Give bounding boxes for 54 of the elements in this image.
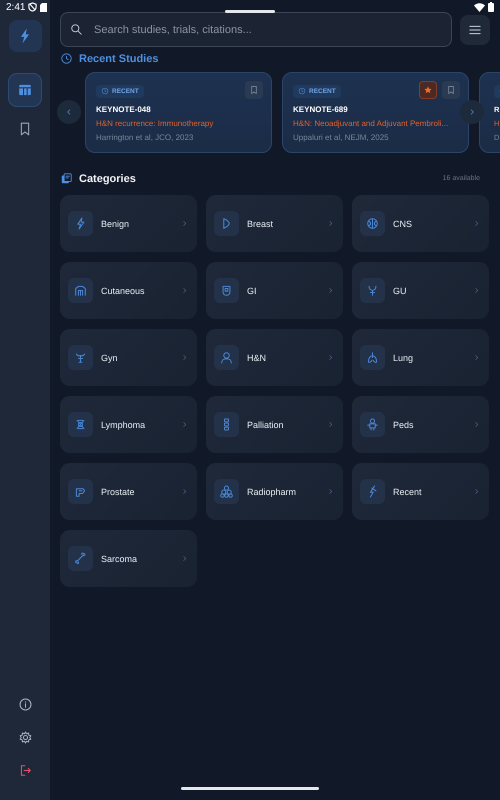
star-icon bbox=[423, 85, 433, 95]
citation: Uppaluri et al, NEJM, 2025 bbox=[293, 133, 390, 142]
category-icon bbox=[365, 417, 380, 432]
category-card[interactable]: Palliation bbox=[206, 396, 343, 453]
category-card[interactable]: Breast bbox=[206, 195, 343, 252]
section-title: Categories bbox=[79, 172, 136, 184]
search-field[interactable]: Search studies, trials, citations... bbox=[60, 12, 452, 47]
category-card[interactable]: Peds bbox=[352, 396, 489, 453]
category-icon bbox=[365, 216, 380, 231]
category-icon bbox=[219, 350, 234, 365]
category-card[interactable]: Gyn bbox=[60, 329, 197, 386]
citation: Harrington et al, JCO, 2023 bbox=[96, 133, 194, 142]
bookmark-icon bbox=[249, 85, 259, 95]
status-time: 2:41 bbox=[6, 2, 26, 12]
category-card[interactable]: H&N bbox=[206, 329, 343, 386]
category-icon bbox=[365, 350, 380, 365]
category-card[interactable]: Cutaneous bbox=[60, 262, 197, 319]
category-card[interactable]: Sarcoma bbox=[60, 530, 197, 587]
category-card[interactable]: Radiopharm bbox=[206, 463, 343, 520]
category-card[interactable]: GI bbox=[206, 262, 343, 319]
bookmark-icon bbox=[446, 85, 456, 95]
study-subtitle: H&N recurrence: Immunotherapy bbox=[96, 119, 214, 128]
bookmark-button[interactable] bbox=[442, 81, 460, 99]
study-subtitle: H&N: Neoadjuvant and Adjuvant Pembroli... bbox=[293, 119, 450, 128]
trial-name: KEYNOTE-048 bbox=[96, 105, 152, 114]
section-title: Recent Studies bbox=[79, 52, 158, 64]
info-icon bbox=[18, 697, 32, 712]
clock-icon bbox=[298, 87, 306, 95]
app-logo[interactable] bbox=[8, 20, 42, 52]
category-icon bbox=[73, 551, 88, 566]
search-icon bbox=[70, 23, 83, 36]
category-card[interactable]: Lung bbox=[352, 329, 489, 386]
table-icon bbox=[17, 82, 33, 98]
clock-icon bbox=[101, 87, 109, 95]
category-card[interactable]: Benign bbox=[60, 195, 197, 252]
category-card[interactable]: Lymphoma bbox=[60, 396, 197, 453]
categories-icon bbox=[60, 172, 73, 185]
category-card[interactable]: CNS bbox=[352, 195, 489, 252]
bookmark-button[interactable] bbox=[245, 81, 263, 99]
clock-icon bbox=[60, 52, 73, 65]
battery-icon bbox=[488, 2, 494, 12]
category-icon bbox=[219, 484, 234, 499]
category-card[interactable]: GU bbox=[352, 262, 489, 319]
menu-button[interactable] bbox=[460, 14, 490, 44]
trial-name: KEYNOTE-689 bbox=[293, 105, 349, 114]
category-icon bbox=[73, 283, 88, 298]
sidebar-nav-button[interactable] bbox=[8, 73, 42, 107]
category-card[interactable]: Recent bbox=[352, 463, 489, 520]
drag-handle[interactable] bbox=[225, 10, 275, 13]
settings-icon bbox=[18, 730, 32, 745]
wifi-icon bbox=[474, 2, 485, 12]
shield-icon bbox=[28, 2, 38, 12]
category-card[interactable]: Prostate bbox=[60, 463, 197, 520]
favorite-button[interactable] bbox=[419, 81, 437, 99]
